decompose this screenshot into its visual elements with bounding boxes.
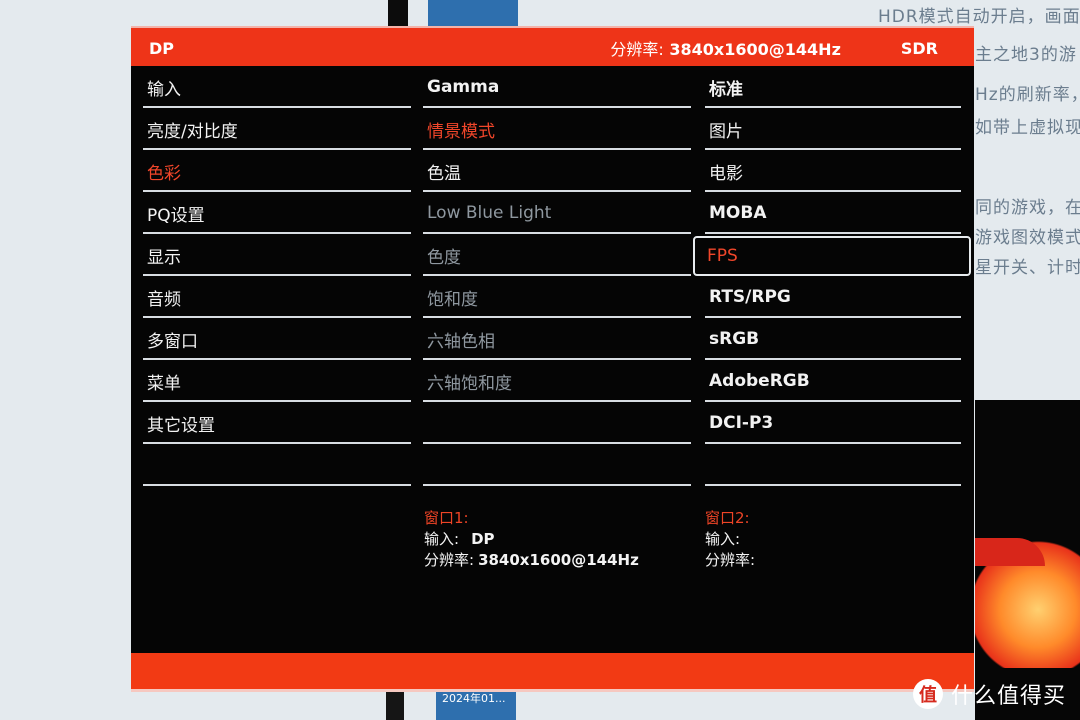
- window2-resolution-label: 分辨率:: [705, 551, 756, 569]
- watermark-text: 什么值得买: [950, 684, 1066, 709]
- main-menu-item-input[interactable]: 输入: [143, 68, 411, 108]
- menu-label: 菜单: [147, 373, 181, 394]
- main-menu-item-menu[interactable]: 菜单: [143, 362, 411, 402]
- header-dynamic-range: SDR: [900, 38, 938, 58]
- main-menu: 输入 亮度/对比度 色彩 PQ设置 显示 音频 多窗口 菜单 其它设置: [143, 68, 411, 486]
- window2-input-label: 输入:: [705, 530, 741, 548]
- menu-label: 亮度/对比度: [147, 121, 238, 142]
- color-item-six-axis-saturation: 六轴饱和度: [423, 362, 691, 402]
- taskbar-thumbnail[interactable]: 2024年01...: [436, 690, 516, 720]
- article-text-line: 同的游戏，在: [975, 198, 1080, 218]
- article-text-line: 星开关、计时: [975, 258, 1080, 278]
- window2-title: 窗口2:: [705, 509, 750, 527]
- option-label: DCI-P3: [709, 413, 774, 433]
- main-menu-item-audio[interactable]: 音频: [143, 278, 411, 318]
- window2-info: 窗口2: 输入: 分辨率:: [705, 508, 759, 571]
- background-window-edge: [388, 0, 408, 28]
- color-item-saturation: 饱和度: [423, 278, 691, 318]
- header-resolution-value: 3840x1600@144Hz: [669, 40, 841, 59]
- menu-label: 色彩: [147, 163, 181, 184]
- main-menu-item-multi-window[interactable]: 多窗口: [143, 320, 411, 360]
- option-label: 标准: [709, 79, 743, 100]
- main-menu-item-display[interactable]: 显示: [143, 236, 411, 276]
- menu-label: PQ设置: [147, 205, 205, 226]
- background-window-edge-bottom: [386, 690, 404, 720]
- menu-label: Gamma: [427, 77, 500, 97]
- menu-label: 音频: [147, 289, 181, 310]
- taskbar-thumbnail-label: 2024年01...: [442, 692, 506, 705]
- window1-input-value: DP: [471, 530, 495, 548]
- color-item-hue: 色度: [423, 236, 691, 276]
- background-thumbnail: [428, 0, 518, 28]
- window2-resolution-row: 分辨率:: [705, 550, 759, 571]
- header-resolution-label: 分辨率:: [610, 40, 664, 59]
- main-menu-item-pq-settings[interactable]: PQ设置: [143, 194, 411, 234]
- menu-label: 六轴饱和度: [427, 373, 512, 394]
- watermark-logo-icon: 值: [912, 679, 943, 709]
- article-text-line: 主之地3的游: [975, 45, 1077, 65]
- color-submenu: Gamma 情景模式 色温 Low Blue Light 色度 饱和度 六轴色相…: [423, 68, 691, 486]
- window1-input-row: 输入: DP: [424, 529, 639, 550]
- option-label: AdobeRGB: [709, 371, 810, 391]
- menu-label: Low Blue Light: [427, 203, 552, 223]
- main-menu-item-empty: [143, 446, 411, 486]
- window1-resolution-label: 分辨率:: [424, 551, 475, 569]
- menu-label: 色温: [427, 163, 461, 184]
- color-item-low-blue-light: Low Blue Light: [423, 194, 691, 234]
- osd-footer-bar: [131, 653, 974, 692]
- menu-label: 输入: [147, 79, 181, 100]
- scene-option-movie[interactable]: 电影: [705, 152, 961, 192]
- article-text-line: HDR模式自动开启，画面: [878, 7, 1080, 27]
- option-label: RTS/RPG: [709, 287, 791, 307]
- scene-option-srgb[interactable]: sRGB: [705, 320, 961, 360]
- scene-option-adobergb[interactable]: AdobeRGB: [705, 362, 961, 402]
- option-label: sRGB: [709, 329, 760, 349]
- header-input-source: DP: [149, 38, 175, 58]
- menu-label: 多窗口: [147, 331, 198, 352]
- option-label: 电影: [709, 163, 743, 184]
- color-item-six-axis-hue: 六轴色相: [423, 320, 691, 360]
- menu-label: 其它设置: [147, 415, 215, 436]
- header-resolution: 分辨率: 3840x1600@144Hz: [610, 36, 840, 60]
- menu-label: 显示: [147, 247, 181, 268]
- color-item-empty: [423, 446, 691, 486]
- main-menu-item-color[interactable]: 色彩: [143, 152, 411, 192]
- article-text-line: 游戏图效模式: [975, 228, 1080, 248]
- option-label: 图片: [709, 121, 743, 142]
- monitor-osd-menu: DP 分辨率: 3840x1600@144Hz SDR 输入 亮度/对比度 色彩…: [131, 26, 974, 692]
- color-item-scene-mode[interactable]: 情景模式: [423, 110, 691, 150]
- scene-option-rts-rpg[interactable]: RTS/RPG: [705, 278, 961, 318]
- window1-input-label: 输入:: [424, 530, 460, 548]
- window1-info: 窗口1: 输入: DP 分辨率: 3840x1600@144Hz: [424, 508, 639, 571]
- menu-label: 色度: [427, 247, 461, 268]
- scene-option-dci-p3[interactable]: DCI-P3: [705, 404, 961, 444]
- menu-label: 饱和度: [427, 289, 478, 310]
- window1-resolution-value: 3840x1600@144Hz: [478, 551, 639, 569]
- scene-option-standard[interactable]: 标准: [705, 68, 961, 108]
- option-label: MOBA: [709, 203, 767, 223]
- color-item-color-temperature[interactable]: 色温: [423, 152, 691, 192]
- scene-option-fps[interactable]: FPS: [693, 236, 971, 276]
- window1-resolution-row: 分辨率: 3840x1600@144Hz: [424, 550, 639, 571]
- menu-label: 六轴色相: [427, 331, 495, 352]
- watermark: 值 什么值得买: [912, 678, 1066, 710]
- window1-title: 窗口1:: [424, 509, 469, 527]
- main-menu-item-brightness-contrast[interactable]: 亮度/对比度: [143, 110, 411, 150]
- scene-option-picture[interactable]: 图片: [705, 110, 961, 150]
- scene-option-moba[interactable]: MOBA: [705, 194, 961, 234]
- scene-mode-options: 标准 图片 电影 MOBA FPS RTS/RPG sRGB AdobeRGB …: [693, 68, 971, 486]
- article-text-line: 如带上虚拟现: [975, 118, 1080, 138]
- option-label: FPS: [707, 246, 738, 266]
- article-text-line: Hz的刷新率，: [975, 85, 1080, 105]
- color-item-empty: [423, 404, 691, 444]
- scene-option-empty: [705, 446, 961, 486]
- main-menu-item-other-settings[interactable]: 其它设置: [143, 404, 411, 444]
- window2-input-row: 输入:: [705, 529, 759, 550]
- menu-label: 情景模式: [427, 121, 495, 142]
- osd-header: DP 分辨率: 3840x1600@144Hz SDR: [131, 28, 974, 66]
- color-item-gamma[interactable]: Gamma: [423, 68, 691, 108]
